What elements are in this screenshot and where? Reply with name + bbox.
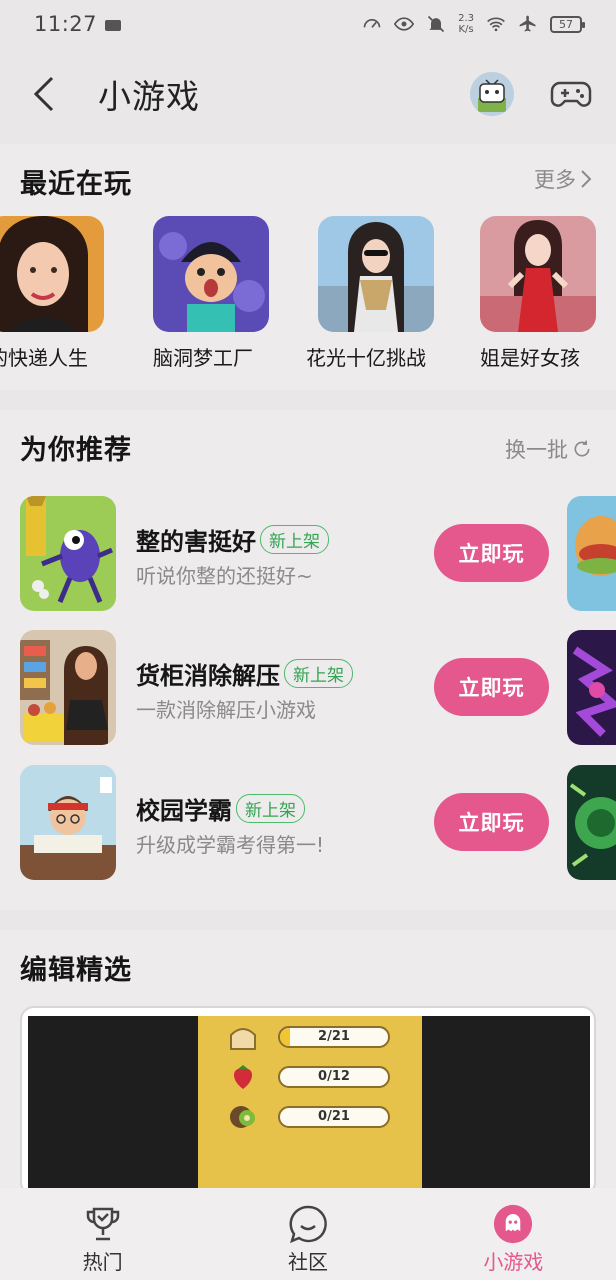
chevron-left-icon (33, 76, 54, 112)
gamepad-icon (550, 81, 592, 107)
recent-list: 的快递人生 脑洞梦工厂 花光十亿挑战 姐是好女孩 (0, 216, 616, 376)
strawberry-icon (233, 1065, 253, 1089)
refresh-label: 换一批 (505, 438, 568, 462)
featured-game-preview[interactable]: 2/21 0/12 0/21 (20, 1006, 596, 1196)
progress-bar: 2/21 (278, 1026, 390, 1048)
recent-game-name: 姐是好女孩 (480, 346, 580, 370)
recent-game-card[interactable]: 脑洞梦工厂 (153, 216, 273, 371)
speedometer-icon (363, 19, 381, 28)
next-game-peek[interactable] (567, 630, 616, 745)
ghost-icon (494, 1204, 533, 1244)
tab-label: 社区 (287, 1250, 328, 1274)
avatar-tv-mascot-icon (470, 72, 514, 116)
game-name: 校园学霸 新上架 (136, 791, 305, 826)
game-icon (20, 630, 116, 745)
game-thumbnail (318, 216, 434, 332)
recent-game-card[interactable]: 花光十亿挑战 (306, 216, 434, 371)
game-description: 听说你整的还挺好~ (136, 564, 313, 588)
recent-game-card[interactable]: 姐是好女孩 (480, 216, 600, 371)
chevron-right-icon (581, 170, 592, 188)
editor-picks-section: 编辑精选 2/21 0/12 0/21 (0, 930, 616, 1196)
status-time: 11:27 (34, 12, 98, 36)
game-icon (20, 765, 116, 880)
recommend-section: 为你推荐 换一批 整的害挺好 新上架 听说你整的还挺好~ 立即玩 货柜消除解压 新上… (0, 410, 616, 910)
tab-community[interactable]: 社区 (205, 1188, 410, 1280)
recent-game-name: 脑洞梦工厂 (153, 346, 253, 370)
collect-progress-row: 0/21 (228, 1102, 418, 1132)
back-button[interactable] (24, 74, 64, 114)
game-description: 升级成学霸考得第一! (136, 833, 325, 857)
kiwi-icon (230, 1106, 255, 1128)
game-thumbnail (0, 216, 104, 332)
trophy-icon (86, 1207, 119, 1241)
next-game-peek[interactable] (567, 496, 616, 611)
refresh-icon (574, 440, 590, 457)
tab-hot[interactable]: 热门 (0, 1188, 205, 1280)
game-description: 一款消除解压小游戏 (136, 698, 316, 722)
gamepad-button[interactable] (550, 74, 592, 114)
net-speed: 2.3 K/s (458, 13, 474, 35)
wifi-icon (487, 17, 505, 32)
bread-icon (230, 1028, 256, 1050)
play-now-button[interactable]: 立即玩 (434, 524, 549, 582)
bell-mute-icon (428, 15, 445, 33)
page-header: 小游戏 (0, 56, 616, 132)
screen-record-icon (105, 19, 122, 31)
refresh-button[interactable]: 换一批 (505, 434, 592, 464)
more-label: 更多 (534, 168, 576, 192)
game-thumbnail (480, 216, 596, 332)
recommend-game-row[interactable]: 整的害挺好 新上架 听说你整的还挺好~ 立即玩 (0, 496, 616, 614)
recent-game-name: 的快递人生 (0, 346, 88, 370)
game-name: 货柜消除解压 新上架 (136, 656, 353, 691)
next-game-peek[interactable] (567, 765, 616, 880)
game-icon (20, 496, 116, 611)
recommend-game-row[interactable]: 货柜消除解压 新上架 一款消除解压小游戏 立即玩 (0, 630, 616, 748)
bottom-nav: 热门 社区 小游戏 (0, 1188, 616, 1280)
airplane-icon (519, 15, 536, 32)
collect-progress-row: 2/21 (228, 1022, 418, 1052)
recent-title: 最近在玩 (20, 169, 132, 200)
game-thumbnail (153, 216, 269, 332)
game-name: 整的害挺好 新上架 (136, 522, 329, 557)
recent-game-card[interactable]: 的快递人生 (0, 216, 108, 371)
game-preview-board: 2/21 0/12 0/21 (198, 1016, 422, 1194)
new-badge: 新上架 (236, 794, 305, 823)
tab-label: 小游戏 (483, 1250, 544, 1274)
play-now-button[interactable]: 立即玩 (434, 658, 549, 716)
more-button[interactable]: 更多 (534, 164, 592, 194)
collect-progress-row: 0/12 (228, 1062, 418, 1092)
recent-game-name: 花光十亿挑战 (306, 346, 426, 370)
status-bar: 11:27 2.3 K/s 57 (0, 0, 616, 48)
new-badge: 新上架 (284, 659, 353, 688)
tab-label: 热门 (82, 1250, 123, 1274)
progress-text: 2/21 (318, 1029, 350, 1044)
page-title: 小游戏 (98, 77, 200, 116)
recommend-title: 为你推荐 (20, 435, 132, 466)
recent-section: 最近在玩 更多 的快递人生 脑洞梦工厂 花光十亿挑战 姐是好女 (0, 144, 616, 390)
progress-text: 0/21 (318, 1109, 350, 1124)
tab-mini-games[interactable]: 小游戏 (411, 1188, 616, 1280)
progress-bar: 0/12 (278, 1066, 390, 1088)
progress-bar: 0/21 (278, 1106, 390, 1128)
eye-icon (394, 17, 415, 31)
new-badge: 新上架 (260, 525, 329, 554)
battery-icon: 57 (550, 15, 585, 33)
game-preview-screen: 2/21 0/12 0/21 (28, 1016, 590, 1194)
progress-text: 0/12 (318, 1069, 350, 1084)
play-now-button[interactable]: 立即玩 (434, 793, 549, 851)
editor-picks-title: 编辑精选 (20, 955, 132, 986)
avatar[interactable] (470, 72, 514, 116)
recommend-game-row[interactable]: 校园学霸 新上架 升级成学霸考得第一! 立即玩 (0, 765, 616, 883)
chat-smile-icon (289, 1205, 327, 1244)
